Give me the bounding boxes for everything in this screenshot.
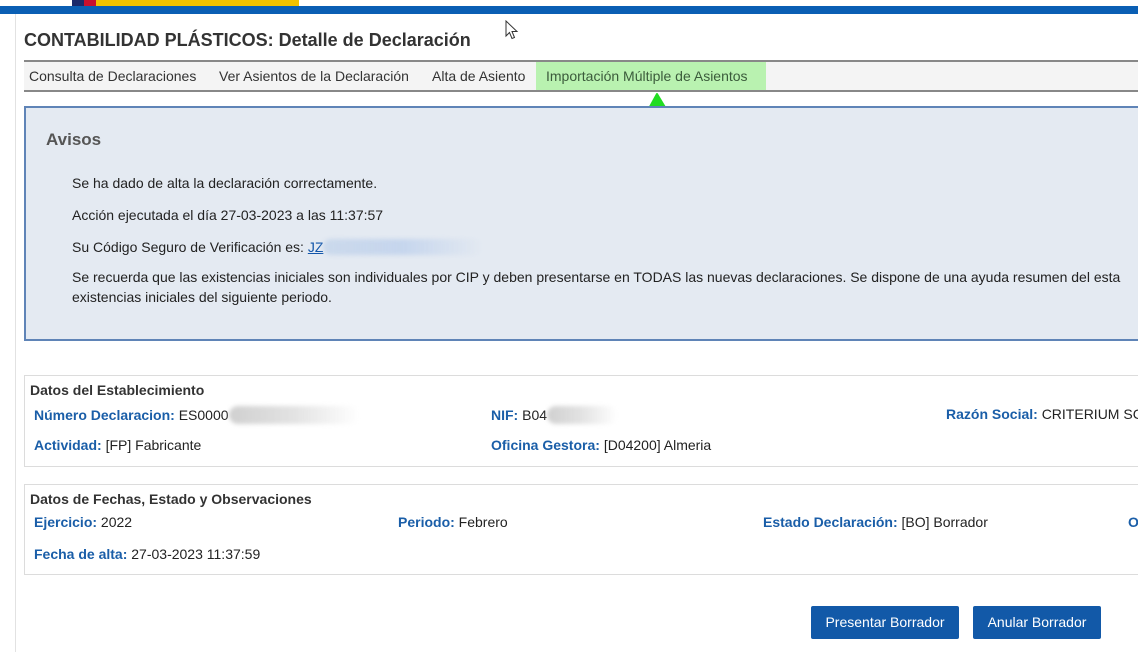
- ejercicio-field: Ejercicio: 2022: [34, 514, 132, 530]
- nif-value: B04: [522, 407, 548, 423]
- notice-reminder-line-1: Se recuerda que las existencias iniciale…: [72, 269, 1121, 285]
- tab-consulta-declaraciones[interactable]: Consulta de Declaraciones: [24, 62, 201, 90]
- tab-alta-asiento[interactable]: Alta de Asiento: [427, 62, 530, 90]
- actividad-label: Actividad:: [34, 437, 102, 453]
- nif-label: NIF:: [491, 407, 519, 423]
- periodo-value: Febrero: [458, 514, 508, 530]
- establishment-panel: Datos del Establecimiento Número Declara…: [24, 375, 1138, 467]
- estado-declaracion-value: [BO] Borrador: [901, 514, 988, 530]
- header-blue-line: [0, 6, 1138, 14]
- periodo-field: Periodo: Febrero: [398, 514, 508, 530]
- left-gutter-divider: [15, 14, 16, 652]
- mouse-cursor-icon: [505, 20, 519, 40]
- fecha-alta-value: 27-03-2023 11:37:59: [131, 546, 261, 562]
- notice-box: Avisos Se ha dado de alta la declaración…: [24, 106, 1138, 341]
- anular-borrador-button[interactable]: Anular Borrador: [973, 606, 1101, 639]
- presentar-borrador-button[interactable]: Presentar Borrador: [811, 606, 959, 639]
- notice-action-timestamp: Acción ejecutada el día 27-03-2023 a las…: [72, 207, 384, 223]
- ejercicio-value: 2022: [100, 514, 133, 530]
- razon-social-value: CRITERIUM SC: [1041, 406, 1138, 422]
- nif-field: NIF: B04: [491, 406, 618, 424]
- notice-title: Avisos: [46, 130, 102, 149]
- dates-status-panel: Datos de Fechas, Estado y Observaciones …: [24, 484, 1138, 575]
- actividad-value: [FP] Fabricante: [105, 437, 202, 453]
- numero-declaracion-field: Número Declaracion: ES0000: [34, 406, 359, 424]
- observaciones-label-truncated: O: [1128, 514, 1138, 530]
- numero-declaracion-label: Número Declaracion:: [34, 407, 175, 423]
- oficina-gestora-value: [D04200] Almeria: [603, 437, 712, 453]
- numero-declaracion-value: ES0000: [178, 407, 229, 423]
- oficina-gestora-label: Oficina Gestora:: [491, 437, 600, 453]
- csv-label: Su Código Seguro de Verificación es:: [72, 239, 304, 255]
- page-title: CONTABILIDAD PLÁSTICOS: Detalle de Decla…: [24, 30, 471, 50]
- redacted-csv-blur: [323, 239, 484, 255]
- estado-declaracion-field: Estado Declaración: [BO] Borrador: [763, 514, 988, 530]
- oficina-gestora-field: Oficina Gestora: [D04200] Almeria: [491, 437, 711, 453]
- estado-declaracion-label: Estado Declaración:: [763, 514, 898, 530]
- notice-csv-line: Su Código Seguro de Verificación es: JZ: [72, 239, 484, 255]
- tab-bar: Consulta de Declaraciones Ver Asientos d…: [24, 60, 1138, 92]
- redacted-number-blur: [228, 406, 359, 424]
- notice-success-message: Se ha dado de alta la declaración correc…: [72, 175, 378, 191]
- csv-code-link[interactable]: JZ: [308, 239, 324, 255]
- periodo-label: Periodo:: [398, 514, 455, 530]
- fecha-alta-field: Fecha de alta: 27-03-2023 11:37:59: [34, 546, 260, 562]
- notice-reminder-line-2: existencias iniciales del siguiente peri…: [72, 289, 332, 305]
- redacted-nif-blur: [547, 406, 618, 424]
- ejercicio-label: Ejercicio:: [34, 514, 98, 530]
- top-header-bar: [0, 0, 1138, 14]
- establishment-panel-title: Datos del Establecimiento: [30, 382, 205, 398]
- razon-social-field: Razón Social: CRITERIUM SC: [946, 406, 1138, 422]
- dates-panel-title: Datos de Fechas, Estado y Observaciones: [30, 491, 312, 507]
- tab-importacion-multiple[interactable]: Importación Múltiple de Asientos: [536, 62, 766, 90]
- fecha-alta-label: Fecha de alta:: [34, 546, 128, 562]
- tab-ver-asientos[interactable]: Ver Asientos de la Declaración: [214, 62, 414, 90]
- actividad-field: Actividad: [FP] Fabricante: [34, 437, 201, 453]
- razon-social-label: Razón Social:: [946, 406, 1038, 422]
